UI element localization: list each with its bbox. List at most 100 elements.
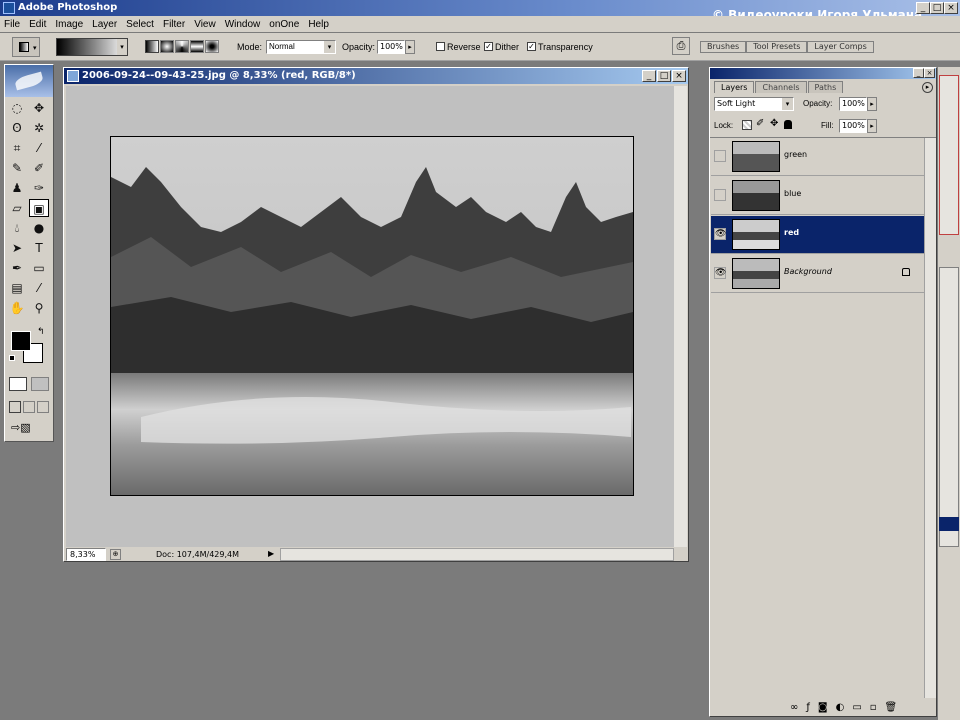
diamond-gradient-button[interactable]	[205, 40, 219, 53]
hand-tool-icon[interactable]: ✋	[7, 299, 27, 317]
doc-maximize-button[interactable]: □	[657, 70, 671, 82]
dither-checkbox[interactable]: ✓	[484, 42, 493, 51]
new-layer-icon[interactable]: ▫	[870, 702, 877, 713]
layer-row-background[interactable]: 👁︎ Background	[711, 255, 924, 293]
eye-icon[interactable]: 👁︎	[714, 228, 726, 240]
magic-wand-tool-icon[interactable]: ✲	[29, 119, 49, 137]
menu-image[interactable]: Image	[55, 19, 83, 30]
blur-tool-icon[interactable]: 💧︎	[7, 219, 27, 237]
menu-select[interactable]: Select	[126, 19, 154, 30]
menu-view[interactable]: View	[194, 19, 216, 30]
default-colors-icon[interactable]	[9, 355, 15, 361]
blend-mode-select[interactable]: Soft Light ▾	[714, 97, 794, 111]
jump-to-imageready-icon[interactable]: ⇨▧	[11, 421, 47, 437]
menu-onone[interactable]: onOne	[269, 19, 299, 30]
doc-minimize-button[interactable]: _	[642, 70, 656, 82]
canvas-area[interactable]	[66, 86, 674, 547]
layer-row-red[interactable]: 👁︎ red	[711, 216, 924, 254]
fill-arrow[interactable]: ▸	[867, 119, 877, 133]
palette-tab-layer-comps[interactable]: Layer Comps	[807, 41, 874, 53]
mode-select[interactable]: Normal ▾	[266, 40, 336, 54]
gradient-picker[interactable]: ▾	[56, 38, 128, 56]
eyedropper-tool-icon[interactable]: ⁄	[29, 279, 49, 297]
navigator-palette-edge[interactable]	[939, 75, 959, 235]
vertical-scrollbar[interactable]	[674, 86, 687, 547]
marquee-tool-icon[interactable]: ◌	[7, 99, 27, 117]
clone-stamp-tool-icon[interactable]: ♟	[7, 179, 27, 197]
notes-tool-icon[interactable]: ▤	[7, 279, 27, 297]
status-arrow-icon[interactable]: ▶	[268, 549, 274, 558]
eye-icon[interactable]: 👁︎	[714, 267, 726, 279]
history-palette-edge[interactable]	[939, 267, 959, 547]
move-tool-icon[interactable]: ✥	[29, 99, 49, 117]
pen-tool-icon[interactable]: ✒	[7, 259, 27, 277]
gradient-tool-icon[interactable]: ▣	[29, 199, 49, 217]
zoom-tool-icon[interactable]: ⚲	[29, 299, 49, 317]
document-title-bar[interactable]: 2006-09-24--09-43-25.jpg @ 8,33% (red, R…	[64, 68, 688, 84]
visibility-toggle[interactable]	[714, 189, 726, 201]
transparency-checkbox[interactable]: ✓	[527, 42, 536, 51]
app-minimize-button[interactable]: _	[916, 2, 930, 14]
history-selected-item[interactable]	[939, 517, 959, 531]
full-screen-menu-mode-button[interactable]	[23, 401, 35, 413]
layer-opacity-arrow[interactable]: ▸	[867, 97, 877, 111]
opacity-slider-arrow[interactable]: ▸	[405, 40, 415, 54]
path-selection-tool-icon[interactable]: ➤	[7, 239, 27, 257]
menu-layer[interactable]: Layer	[92, 19, 117, 30]
zoom-input[interactable]: 8,33%	[66, 548, 106, 561]
app-close-button[interactable]: ×	[944, 2, 958, 14]
layers-scrollbar[interactable]	[924, 138, 936, 698]
add-mask-icon[interactable]: ◙	[818, 702, 828, 713]
healing-brush-tool-icon[interactable]: ✎	[7, 159, 27, 177]
fill-input[interactable]: 100%	[839, 119, 867, 133]
adjustment-layer-icon[interactable]: ◐	[836, 702, 845, 713]
standard-screen-mode-button[interactable]	[9, 401, 21, 413]
standard-mode-button[interactable]	[9, 377, 27, 391]
tab-paths[interactable]: Paths	[807, 81, 844, 93]
type-tool-icon[interactable]: T	[29, 239, 49, 257]
eraser-tool-icon[interactable]: ▱	[7, 199, 27, 217]
new-group-icon[interactable]: ▭	[852, 702, 861, 713]
palette-minimize-button[interactable]: _	[913, 68, 924, 78]
link-layers-icon[interactable]: ∞	[790, 702, 798, 713]
foreground-color-swatch[interactable]	[11, 331, 31, 351]
menu-window[interactable]: Window	[225, 19, 261, 30]
app-maximize-button[interactable]: □	[930, 2, 944, 14]
slice-tool-icon[interactable]: ⁄	[29, 139, 49, 157]
swap-colors-icon[interactable]: ↰	[37, 327, 45, 337]
quick-mask-mode-button[interactable]	[31, 377, 49, 391]
lasso-tool-icon[interactable]: ʘ	[7, 119, 27, 137]
palette-tab-tool-presets[interactable]: Tool Presets	[746, 41, 808, 53]
doc-close-button[interactable]: ×	[672, 70, 686, 82]
visibility-toggle[interactable]	[714, 150, 726, 162]
angle-gradient-button[interactable]	[175, 40, 189, 53]
tab-layers[interactable]: Layers	[714, 81, 755, 93]
history-brush-tool-icon[interactable]: ✑	[29, 179, 49, 197]
opacity-input[interactable]: 100%	[377, 40, 405, 54]
layer-style-icon[interactable]: ƒ	[806, 702, 810, 713]
palette-menu-icon[interactable]: ▸	[922, 82, 933, 93]
lock-image-pixels-icon[interactable]: ✐	[756, 118, 764, 129]
file-browser-icon[interactable]: ⎙	[672, 37, 690, 55]
layer-row-blue[interactable]: blue	[711, 177, 924, 215]
reflected-gradient-button[interactable]	[190, 40, 204, 53]
lock-all-icon[interactable]	[784, 120, 792, 129]
brush-tool-icon[interactable]: ✐	[29, 159, 49, 177]
tool-preset-picker[interactable]: ▾	[12, 37, 40, 57]
lock-position-icon[interactable]: ✥	[770, 118, 778, 129]
menu-edit[interactable]: Edit	[29, 19, 46, 30]
palette-tab-brushes[interactable]: Brushes	[700, 41, 747, 53]
menu-filter[interactable]: Filter	[163, 19, 185, 30]
crop-tool-icon[interactable]: ⌗	[7, 139, 27, 157]
lock-transparent-pixels-icon[interactable]	[742, 120, 752, 130]
full-screen-mode-button[interactable]	[37, 401, 49, 413]
palette-title-bar[interactable]	[710, 68, 936, 79]
radial-gradient-button[interactable]	[160, 40, 174, 53]
status-menu-icon[interactable]: ⊕	[110, 549, 121, 560]
trash-icon[interactable]: 🗑︎	[885, 702, 898, 713]
palette-close-button[interactable]: ×	[924, 68, 935, 78]
linear-gradient-button[interactable]	[145, 40, 159, 53]
menu-file[interactable]: File	[4, 19, 20, 30]
layer-opacity-input[interactable]: 100%	[839, 97, 867, 111]
horizontal-scrollbar[interactable]	[280, 548, 674, 561]
